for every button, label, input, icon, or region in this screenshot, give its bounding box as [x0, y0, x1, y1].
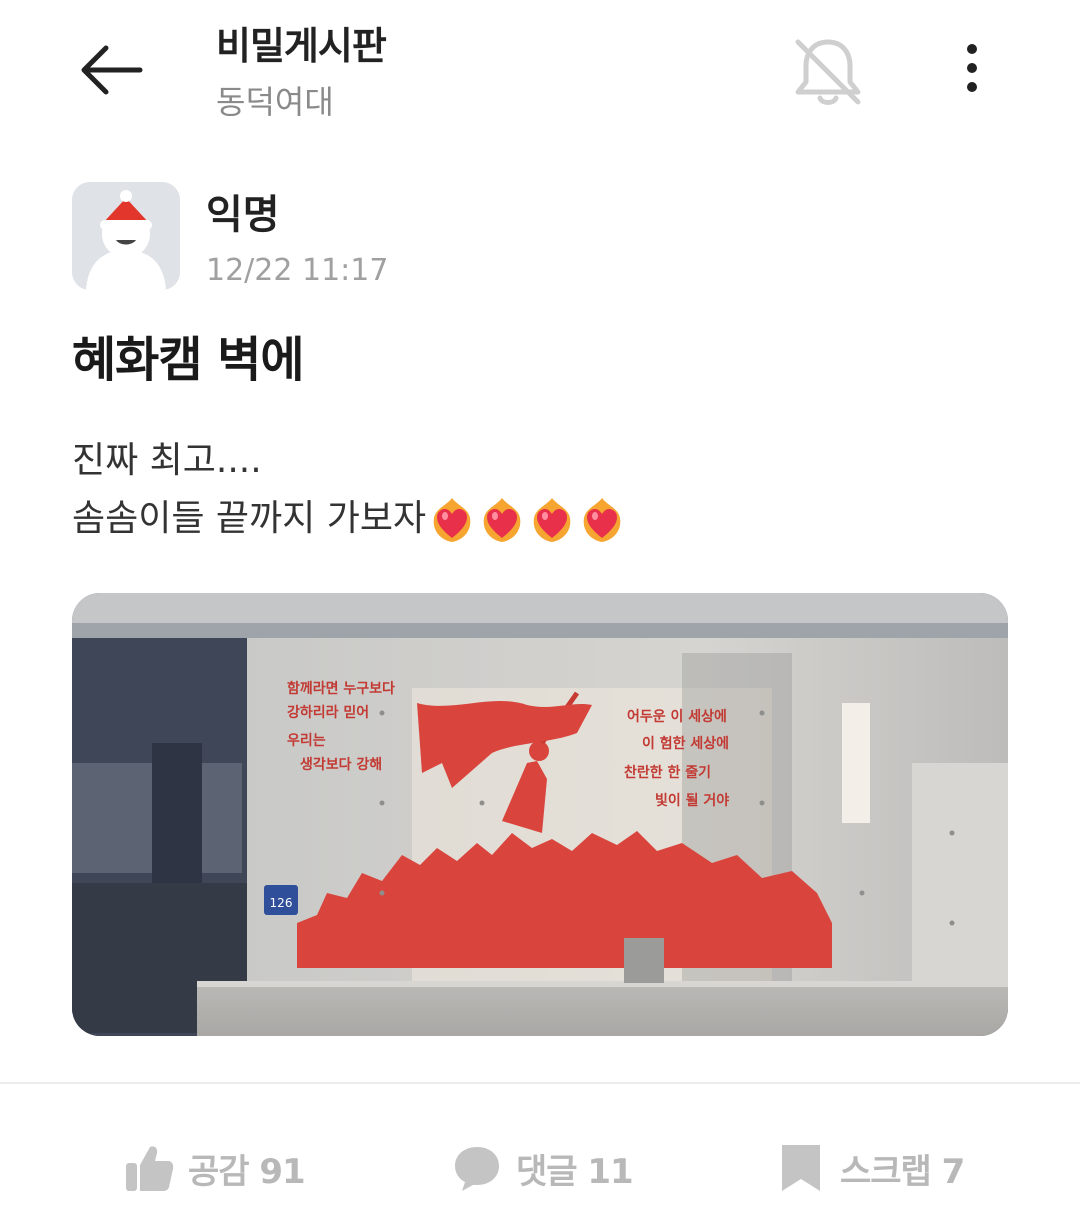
mural-text: 함께라면 누구보다	[287, 680, 395, 697]
sign-number: 126	[270, 896, 293, 910]
mural-text: 우리는	[287, 733, 326, 749]
page-title: 비밀게시판	[216, 24, 387, 68]
page-subtitle: 동덕여대	[216, 83, 334, 121]
post-timestamp: 12/22 11:17	[206, 253, 389, 288]
mural-text: 강하리라 믿어	[287, 704, 369, 721]
burning-heart-emoji	[433, 498, 471, 542]
comment-button[interactable]: 댓글 11	[452, 1130, 634, 1206]
more-vertical-icon	[967, 44, 977, 54]
divider	[0, 1082, 1080, 1084]
like-label: 공감 91	[188, 1151, 306, 1192]
mural-text: 생각보다 강해	[300, 756, 382, 773]
post-body-line: 솜솜이들 끝까지 가보자	[72, 498, 427, 539]
scrap-label: 스크랩 7	[840, 1151, 965, 1192]
like-button[interactable]: 공감 91	[124, 1130, 306, 1206]
mural-text: 이 험한 세상에	[642, 735, 729, 752]
notification-toggle-button[interactable]	[790, 34, 866, 110]
author-name: 익명	[206, 192, 280, 238]
post-title: 혜화캠 벽에	[72, 332, 305, 388]
emoji-row	[428, 496, 626, 544]
thumbs-up-icon	[126, 1146, 174, 1191]
app-header: 비밀게시판 동덕여대	[0, 0, 1080, 150]
post-body: 진짜 최고.... 솜솜이들 끝까지 가보자	[72, 432, 626, 548]
post-actions-bar: 공감 91 댓글 11 스크랩 7	[0, 1130, 1080, 1206]
burning-heart-emoji	[483, 498, 521, 542]
speech-bubble-icon	[455, 1147, 499, 1191]
post-body-line-with-emoji: 솜솜이들 끝까지 가보자	[72, 490, 626, 548]
mural-text: 어두운 이 세상에	[627, 708, 727, 725]
anonymous-santa-avatar-icon	[72, 182, 180, 290]
post-author: 익명 12/22 11:17	[72, 182, 672, 292]
back-button[interactable]	[70, 38, 150, 102]
bell-off-icon	[795, 39, 861, 105]
comment-label: 댓글 11	[516, 1151, 634, 1192]
post-body-line: 진짜 최고....	[72, 440, 262, 481]
mural-photo-image: 126 함께라면 누구보다 강하리라 믿어 우리는 생각보다 강해 어두운 이 …	[72, 593, 1008, 1036]
bookmark-icon	[782, 1145, 820, 1191]
more-vertical-icon-dot	[967, 82, 977, 92]
arrow-left-icon	[81, 45, 143, 95]
post-photo[interactable]: 126 함께라면 누구보다 강하리라 믿어 우리는 생각보다 강해 어두운 이 …	[72, 593, 1008, 1036]
burning-heart-emoji	[533, 498, 571, 542]
more-options-button[interactable]	[950, 36, 994, 100]
burning-heart-emoji	[583, 498, 621, 542]
more-vertical-icon-dot	[967, 63, 977, 73]
scrap-button[interactable]: 스크랩 7	[776, 1130, 965, 1206]
mural-text: 빛이 될 거야	[655, 792, 729, 809]
avatar[interactable]	[72, 182, 180, 290]
mural-text: 찬란한 한 줄기	[624, 764, 711, 781]
title-group: 비밀게시판 동덕여대	[216, 22, 387, 122]
